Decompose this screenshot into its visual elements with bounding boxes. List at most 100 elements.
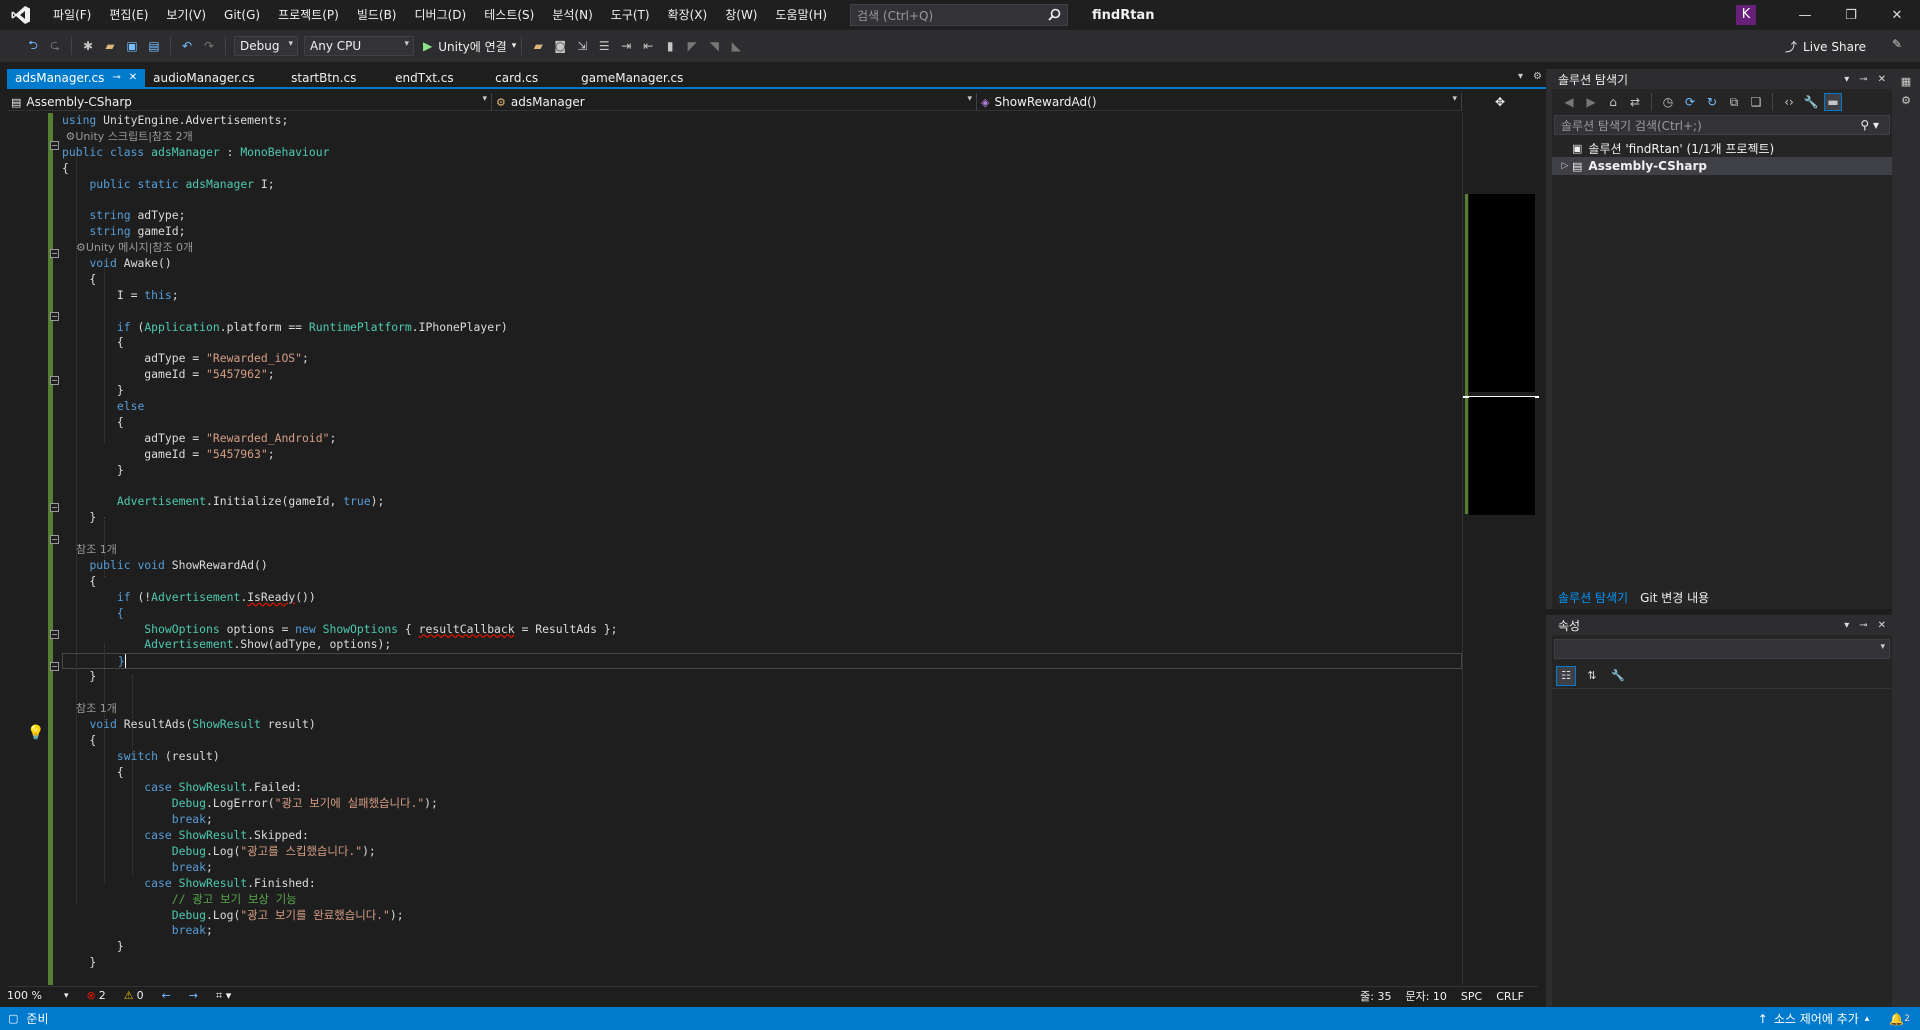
code-lens-text[interactable]: 참조 1개: [76, 702, 117, 715]
menu-window[interactable]: 창(W): [716, 0, 766, 30]
collapse-icon[interactable]: −: [50, 312, 59, 321]
live-share-button[interactable]: ⤴ Live Share: [1785, 38, 1866, 55]
lightbulb-icon[interactable]: 💡: [27, 725, 44, 741]
tab-adsmanager[interactable]: adsManager.cs ⊸ ✕: [7, 69, 146, 87]
tab-audiomanager[interactable]: audioManager.cs: [145, 69, 283, 87]
menu-test[interactable]: 테스트(S): [475, 0, 543, 30]
collapse-icon[interactable]: −: [50, 630, 59, 639]
menu-edit[interactable]: 편집(E): [100, 0, 157, 30]
collapse-all-icon[interactable]: ⧉: [1725, 93, 1743, 111]
pin-icon[interactable]: ⊸: [1859, 74, 1867, 85]
step-icon[interactable]: ⇲: [573, 37, 591, 55]
bookmark-next-icon[interactable]: ◥: [705, 37, 723, 55]
bookmark-prev-icon[interactable]: ◤: [683, 37, 701, 55]
menu-build[interactable]: 빌드(B): [348, 0, 406, 30]
preview-icon[interactable]: ▬: [1824, 93, 1842, 111]
error-count[interactable]: ⊗ 2: [86, 989, 105, 1002]
tab-solution-explorer[interactable]: 솔루션 탐색기: [1552, 588, 1634, 608]
view-code-icon[interactable]: ‹›: [1780, 93, 1798, 111]
team-explorer-icon[interactable]: ⚙: [1892, 94, 1920, 107]
visual-studio-logo-icon[interactable]: [6, 0, 36, 30]
browser-link-icon[interactable]: ◙: [551, 37, 569, 55]
properties-object-select[interactable]: ▾: [1554, 639, 1890, 659]
expand-icon[interactable]: ▷: [1558, 161, 1572, 171]
sync-icon[interactable]: ⟳: [1681, 93, 1699, 111]
bookmark-clear-icon[interactable]: ◣: [727, 37, 745, 55]
properties-icon[interactable]: 🔧: [1802, 93, 1820, 111]
gear-icon[interactable]: ⚙: [1533, 71, 1542, 82]
categorized-icon[interactable]: ☷: [1556, 665, 1576, 686]
solution-configuration-select[interactable]: Debug ▾: [234, 36, 298, 56]
collapse-icon[interactable]: −: [50, 249, 59, 258]
zoom-level[interactable]: 100 % ▾: [7, 989, 68, 1002]
pending-changes-icon[interactable]: ◷: [1659, 93, 1677, 111]
class-dropdown[interactable]: ⚙ adsManager ▾: [492, 93, 977, 111]
collapse-icon[interactable]: −: [50, 662, 59, 671]
chevron-down-icon[interactable]: ▾: [1518, 71, 1523, 82]
column-number[interactable]: 문자: 10: [1405, 988, 1446, 1004]
diagnostic-tools-icon[interactable]: ▦: [1892, 75, 1920, 88]
minimap-preview[interactable]: [1469, 194, 1535, 392]
code-lens-text[interactable]: ⚙Unity 스크립트|참조 2개: [66, 130, 193, 143]
collapse-icon[interactable]: −: [50, 376, 59, 385]
warning-count[interactable]: ⚠ 0: [124, 989, 144, 1002]
pin-icon[interactable]: ⊸: [112, 69, 120, 87]
code-lens-text[interactable]: 참조 1개: [76, 543, 117, 556]
search-input[interactable]: 검색 (Ctrl+Q): [850, 4, 1069, 26]
tab-gamemanager[interactable]: gameManager.cs: [573, 69, 691, 87]
menu-view[interactable]: 보기(V): [157, 0, 215, 30]
code-text-area[interactable]: − − − − − − − − 💡 using UnityEngine.Adve…: [7, 113, 1462, 985]
attach-to-unity-button[interactable]: ▶ Unity에 연결 ▾: [423, 38, 516, 55]
split-window-icon[interactable]: ✥: [1462, 93, 1538, 111]
add-to-source-control-button[interactable]: ↑ 소스 제어에 추가 ▴: [1758, 1010, 1870, 1027]
undo-icon[interactable]: ↶: [178, 37, 196, 55]
home-icon[interactable]: ⌂: [1604, 93, 1622, 111]
collapse-icon[interactable]: −: [50, 535, 59, 544]
minimize-icon[interactable]: —: [1782, 0, 1828, 30]
menu-analyze[interactable]: 분석(N): [543, 0, 601, 30]
collapse-icon[interactable]: −: [50, 141, 59, 150]
minimap-preview[interactable]: [1469, 397, 1535, 515]
tab-startbtn[interactable]: startBtn.cs: [283, 69, 387, 87]
menu-git[interactable]: Git(G): [215, 0, 269, 30]
pin-icon[interactable]: ⊸: [1859, 620, 1867, 631]
member-dropdown[interactable]: ◈ ShowRewardAd() ▾: [977, 93, 1462, 111]
navigate-forward-icon[interactable]: →: [189, 989, 198, 1002]
menu-file[interactable]: 파일(F): [44, 0, 100, 30]
line-number[interactable]: 줄: 35: [1360, 988, 1391, 1004]
minimap-scrollbar[interactable]: [1462, 113, 1539, 985]
close-icon[interactable]: ✕: [1874, 0, 1920, 30]
switch-views-icon[interactable]: ⇄: [1626, 93, 1644, 111]
code-lens[interactable]: 참조 1개: [62, 542, 1462, 558]
forward-icon[interactable]: ▶: [1582, 93, 1600, 111]
code-lens[interactable]: ⚙Unity 메시지|참조 0개: [62, 240, 1462, 256]
property-pages-icon[interactable]: 🔧: [1608, 666, 1628, 686]
new-project-icon[interactable]: ✱: [79, 37, 97, 55]
tree-item-solution[interactable]: ▣ 솔루션 'findRtan' (1/1개 프로젝트): [1552, 139, 1892, 157]
feedback-icon[interactable]: ✎: [1892, 37, 1902, 51]
navigate-back-icon[interactable]: ⮌: [24, 37, 42, 55]
line-ending[interactable]: CRLF: [1496, 990, 1524, 1003]
collapse-icon[interactable]: −: [50, 503, 59, 512]
menu-debug[interactable]: 디버그(D): [406, 0, 476, 30]
show-all-files-icon[interactable]: ❏: [1747, 93, 1765, 111]
navigate-forward-icon[interactable]: ⮎: [46, 37, 64, 55]
output-icon[interactable]: ▢: [8, 1012, 18, 1025]
chevron-down-icon[interactable]: ▾: [1844, 620, 1849, 631]
code-lens[interactable]: ⚙Unity 스크립트|참조 2개: [62, 129, 1462, 145]
alphabetical-icon[interactable]: ⇅: [1582, 666, 1602, 686]
code-cleanup-icon[interactable]: ⌗ ▾: [216, 989, 231, 1003]
open-file-icon[interactable]: ▰: [101, 37, 119, 55]
menu-tools[interactable]: 도구(T): [602, 0, 659, 30]
tab-card[interactable]: card.cs: [487, 69, 573, 87]
tab-git-changes[interactable]: Git 변경 내용: [1634, 588, 1715, 608]
outdent-icon[interactable]: ⇤: [639, 37, 657, 55]
folder-icon[interactable]: ▰: [529, 37, 547, 55]
menu-help[interactable]: 도움말(H): [767, 0, 837, 30]
solution-explorer-search[interactable]: 솔루션 탐색기 검색(Ctrl+;) ⚲ ▾: [1554, 115, 1890, 135]
close-icon[interactable]: ✕: [1878, 620, 1886, 631]
save-all-icon[interactable]: ▤: [145, 37, 163, 55]
project-dropdown[interactable]: ▤ Assembly-CSharp ▾: [7, 93, 492, 111]
back-icon[interactable]: ◀: [1560, 93, 1578, 111]
refresh-icon[interactable]: ↻: [1703, 93, 1721, 111]
